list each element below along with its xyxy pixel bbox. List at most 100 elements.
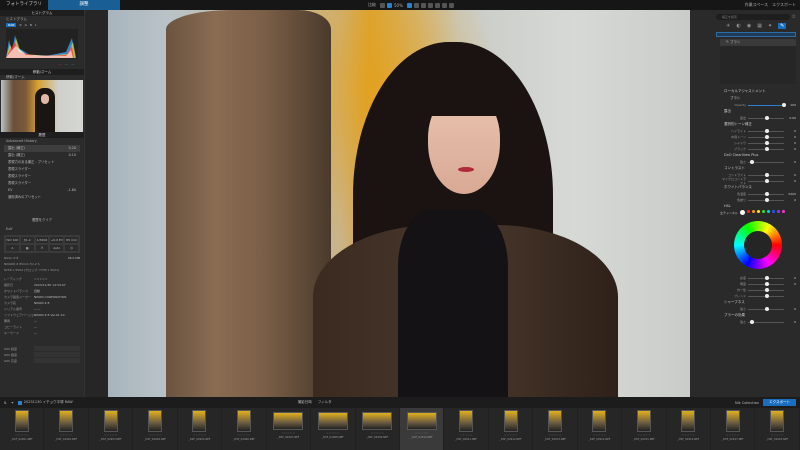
- section-title[interactable]: 露出: [716, 108, 800, 115]
- hsl-swatch[interactable]: [776, 210, 780, 213]
- slider-track[interactable]: [748, 128, 784, 133]
- fit-icon[interactable]: [387, 2, 392, 8]
- export-top-button[interactable]: エクスポート: [772, 2, 796, 8]
- slider-knob[interactable]: [749, 159, 754, 164]
- channel-g[interactable]: G: [25, 23, 27, 27]
- slider-knob[interactable]: [765, 134, 770, 139]
- export-button[interactable]: エクスポート: [763, 399, 796, 406]
- hsl-swatch[interactable]: [761, 210, 765, 213]
- channel-l[interactable]: L: [35, 23, 37, 27]
- rating-stars[interactable]: ☆☆☆☆☆: [770, 433, 783, 437]
- slider-knob[interactable]: [765, 172, 770, 177]
- slider-knob[interactable]: [765, 178, 770, 183]
- slider-track[interactable]: [748, 159, 784, 164]
- slider-track[interactable]: [748, 197, 784, 202]
- filmstrip-thumbnail[interactable]: ☆☆☆☆☆ _DSF_02915.NEF: [622, 408, 667, 450]
- color-tab-icon[interactable]: ◐: [736, 23, 740, 29]
- sort-icon[interactable]: ⇅: [4, 401, 7, 405]
- slider-track[interactable]: [748, 306, 784, 311]
- filter-label[interactable]: フィルタ: [318, 400, 332, 405]
- slider-track[interactable]: [748, 140, 784, 145]
- slider-knob[interactable]: [765, 287, 770, 292]
- slider-track[interactable]: [748, 275, 784, 280]
- filmstrip-thumbnail[interactable]: ☆☆☆☆☆ _DSF_02909.NEF: [356, 408, 400, 450]
- brush-icon[interactable]: [420, 2, 426, 8]
- slider-track[interactable]: [748, 191, 784, 196]
- slider-knob[interactable]: [749, 319, 754, 324]
- light-tab-icon[interactable]: ☀: [726, 23, 730, 29]
- left-panel-scroll-area[interactable]: [84, 10, 108, 397]
- filmstrip-thumbnail[interactable]: ☆☆☆☆☆ _DSF_02902.NEF: [44, 408, 89, 450]
- slider-knob[interactable]: [765, 281, 770, 286]
- history-item[interactable]: 表現スライダー: [0, 166, 84, 173]
- filmstrip-thumbnail[interactable]: ☆☆☆☆☆ _DSF_02904.NEF: [133, 408, 178, 450]
- slider-knob[interactable]: [765, 140, 770, 145]
- clear-history-button[interactable]: 履歴をクリア: [0, 217, 84, 222]
- filmstrip-thumbnail[interactable]: ☆☆☆☆☆ _DSF_02901.NEF: [0, 408, 45, 450]
- slider-knob[interactable]: [765, 197, 770, 202]
- tab-photo-library[interactable]: フォトライブラリ: [0, 0, 48, 10]
- hsl-color-wheel[interactable]: [716, 221, 800, 269]
- rating-stars[interactable]: ☆☆☆☆☆: [548, 433, 561, 437]
- rating-stars[interactable]: ☆☆☆☆☆: [282, 431, 295, 435]
- split-view-icon[interactable]: [380, 2, 385, 8]
- rating-stars[interactable]: ☆☆☆☆☆: [637, 433, 650, 437]
- rating-stars[interactable]: ☆☆☆☆☆: [15, 433, 28, 437]
- hsl-swatch[interactable]: [746, 210, 750, 213]
- crop-tool-icon[interactable]: [406, 2, 412, 8]
- history-item[interactable]: 表現スライダー: [0, 180, 84, 187]
- section-title[interactable]: 選択的トーン補正: [716, 121, 800, 128]
- main-image-viewer[interactable]: [108, 10, 690, 397]
- section-title[interactable]: ホワイトバランス: [716, 184, 800, 191]
- rating-stars[interactable]: ☆☆☆☆☆: [148, 433, 161, 437]
- filmstrip[interactable]: ☆☆☆☆☆ _DSF_02901.NEF ☆☆☆☆☆ _DSF_02902.NEF ☆☆…: [0, 408, 800, 450]
- geometry-tab-icon[interactable]: ▦: [757, 23, 762, 29]
- rating-stars[interactable]: ☆☆☆☆☆: [682, 433, 695, 437]
- slider-track[interactable]: [748, 172, 784, 177]
- zoom-select[interactable]: 50%: [394, 3, 403, 8]
- filmstrip-thumbnail[interactable]: ☆☆☆☆☆ _DSF_02912.NEF: [489, 408, 534, 450]
- history-item[interactable]: 適用済みのプリセット: [0, 194, 84, 201]
- search-input[interactable]: 補正を検索: [716, 14, 790, 20]
- filmstrip-thumbnail[interactable]: ☆☆☆☆☆ _DSF_02910.NEF: [399, 408, 445, 450]
- gps-alt-field[interactable]: [34, 358, 80, 363]
- rating-stars[interactable]: ☆☆☆☆☆: [504, 433, 517, 437]
- slider-track[interactable]: [748, 281, 784, 286]
- star-filter-icon[interactable]: ☆: [792, 14, 796, 20]
- rating-stars[interactable]: ☆☆☆☆☆: [59, 433, 72, 437]
- channel-rgb[interactable]: RGB: [6, 23, 17, 27]
- rating-stars[interactable]: ☆☆☆☆☆: [370, 431, 383, 435]
- hsl-swatch[interactable]: [771, 210, 775, 213]
- mask-selector[interactable]: [716, 32, 796, 37]
- slider-knob[interactable]: [765, 115, 770, 120]
- slider-knob[interactable]: [765, 275, 770, 280]
- filmstrip-thumbnail[interactable]: ☆☆☆☆☆ _DSF_02905.NEF: [178, 408, 223, 450]
- repair-icon[interactable]: [427, 2, 433, 8]
- filmstrip-thumbnail[interactable]: ☆☆☆☆☆ _DSF_02903.NEF: [89, 408, 134, 450]
- sort-label[interactable]: 撮影日時: [298, 400, 312, 405]
- slider-value[interactable]: 0: [784, 307, 796, 311]
- slider-value[interactable]: 0.00: [784, 116, 796, 120]
- rating-stars[interactable]: ☆☆☆☆☆: [193, 433, 206, 437]
- slider-value[interactable]: 0: [784, 141, 796, 145]
- hsl-swatch[interactable]: [766, 210, 770, 213]
- slider-track[interactable]: [748, 115, 784, 120]
- rating-stars[interactable]: ☆☆☆☆☆: [459, 433, 472, 437]
- rating-stars[interactable]: ☆☆☆☆☆: [415, 431, 428, 435]
- filmstrip-thumbnail[interactable]: ☆☆☆☆☆ _DSF_02907.NEF: [267, 408, 312, 450]
- filmstrip-thumbnail[interactable]: ☆☆☆☆☆ _DSF_02913.NEF: [533, 408, 578, 450]
- channel-b[interactable]: B: [30, 23, 32, 27]
- hsl-swatch[interactable]: [781, 210, 785, 213]
- slider-track[interactable]: [748, 319, 784, 324]
- workspace-button[interactable]: 作業スペース: [745, 2, 769, 8]
- history-item[interactable]: 表現スライダー: [0, 173, 84, 180]
- rating-stars[interactable]: ☆☆☆☆☆: [726, 433, 739, 437]
- slider-value[interactable]: 0: [784, 135, 796, 139]
- history-item[interactable]: 露出 (補正) 0.20: [4, 145, 80, 152]
- gps-lon-field[interactable]: [34, 352, 80, 357]
- detail-tab-icon[interactable]: ◉: [747, 23, 751, 29]
- hsl-swatch[interactable]: [751, 210, 755, 213]
- slider-track[interactable]: [748, 146, 784, 151]
- rating-stars[interactable]: ☆☆☆☆☆: [326, 431, 339, 435]
- slider-value[interactable]: 0: [784, 198, 796, 202]
